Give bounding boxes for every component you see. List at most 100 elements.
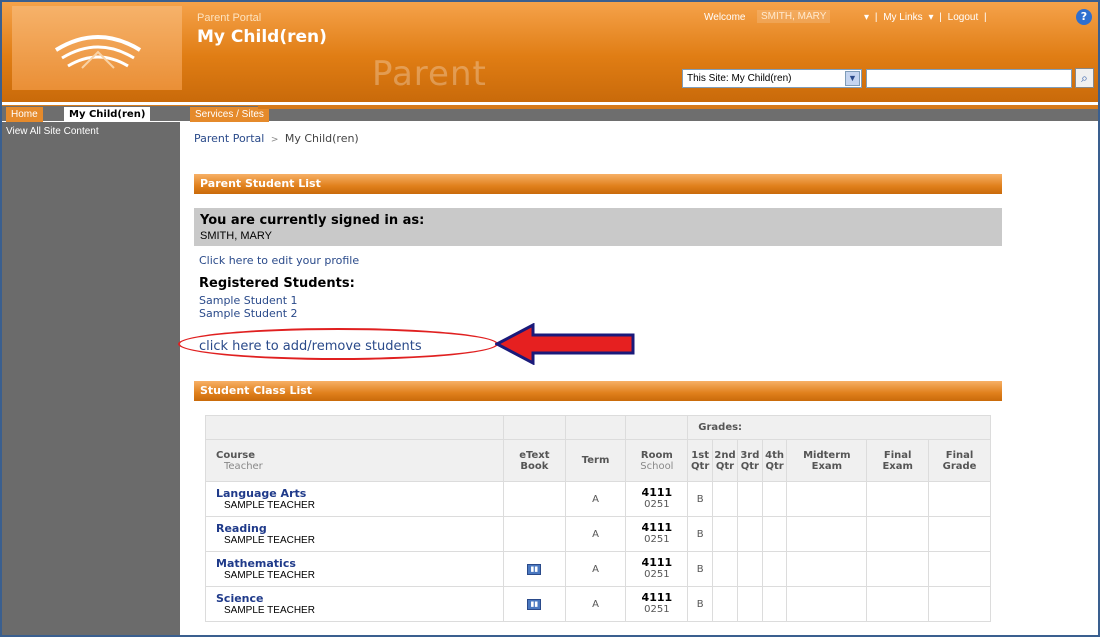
grade-q2-cell bbox=[712, 481, 738, 517]
column-term: Term bbox=[564, 439, 627, 482]
course-link[interactable]: Reading bbox=[206, 522, 503, 535]
sidebar-item-view-all-content[interactable]: View All Site Content bbox=[6, 126, 99, 137]
portal-subtitle: Parent Portal bbox=[197, 12, 262, 24]
signed-in-name: SMITH, MARY bbox=[200, 230, 272, 242]
search-icon[interactable]: ⌕ bbox=[1075, 68, 1094, 88]
column-etext: eText Book bbox=[502, 439, 566, 482]
grades-label: Grades: bbox=[687, 415, 991, 440]
room-cell: 4111 0251 bbox=[625, 551, 689, 587]
teacher-name: SAMPLE TEACHER bbox=[224, 570, 315, 581]
header-watermark: Parent bbox=[372, 54, 487, 94]
teacher-name: SAMPLE TEACHER bbox=[224, 500, 315, 511]
annotation-oval bbox=[178, 328, 498, 360]
table-row: Science SAMPLE TEACHER ▮▮ A 4111 0251 B bbox=[205, 586, 991, 622]
final-grade-cell bbox=[928, 551, 991, 587]
top-links: ▾ | My Links ▾ | Logout | bbox=[864, 12, 987, 23]
left-sidebar: View All Site Content bbox=[2, 122, 180, 635]
tab-home[interactable]: Home bbox=[6, 107, 43, 122]
grade-q1-cell: B bbox=[687, 586, 713, 622]
book-icon[interactable]: ▮▮ bbox=[527, 564, 542, 575]
etext-cell bbox=[502, 516, 566, 552]
final-exam-cell bbox=[866, 551, 930, 587]
class-rows: Language Arts SAMPLE TEACHER A 4111 0251 B Rea… bbox=[205, 481, 991, 622]
term-cell: A bbox=[564, 516, 627, 552]
grade-q3-cell bbox=[737, 586, 763, 622]
grade-q1-cell: B bbox=[687, 551, 713, 587]
grade-q2-cell bbox=[712, 516, 738, 552]
teacher-name: SAMPLE TEACHER bbox=[224, 535, 315, 546]
grade-q4-cell bbox=[761, 516, 788, 552]
table-row: Language Arts SAMPLE TEACHER A 4111 0251 B bbox=[205, 481, 991, 517]
final-exam-cell bbox=[866, 516, 930, 552]
search-input[interactable] bbox=[866, 69, 1072, 88]
room-cell: 4111 0251 bbox=[625, 586, 689, 622]
portal-logo[interactable] bbox=[12, 6, 182, 90]
dropdown-icon[interactable]: ▾ bbox=[864, 12, 869, 23]
page-title: My Child(ren) bbox=[197, 27, 327, 47]
midterm-cell bbox=[786, 586, 868, 622]
column-q1: 1st Qtr bbox=[687, 439, 713, 482]
column-room: Room School bbox=[625, 439, 689, 482]
final-exam-cell bbox=[866, 481, 930, 517]
student-list-header: Parent Student List bbox=[194, 174, 1002, 194]
column-final-exam: Final Exam bbox=[866, 439, 930, 482]
arrow-left-icon bbox=[495, 323, 635, 365]
etext-cell bbox=[502, 481, 566, 517]
course-cell: Science SAMPLE TEACHER bbox=[205, 586, 504, 622]
final-grade-cell bbox=[928, 481, 991, 517]
logout-link[interactable]: Logout bbox=[948, 12, 979, 23]
nav-accent-bar bbox=[258, 105, 1098, 109]
student-link-2[interactable]: Sample Student 2 bbox=[199, 307, 298, 320]
final-grade-cell bbox=[928, 586, 991, 622]
edit-profile-link[interactable]: Click here to edit your profile bbox=[199, 254, 359, 267]
grade-q3-cell bbox=[737, 516, 763, 552]
chevron-down-icon[interactable]: ▼ bbox=[845, 71, 860, 86]
help-icon[interactable]: ? bbox=[1076, 9, 1092, 25]
course-link[interactable]: Mathematics bbox=[206, 557, 503, 570]
midterm-cell bbox=[786, 551, 868, 587]
course-link[interactable]: Language Arts bbox=[206, 487, 503, 500]
table-row: Reading SAMPLE TEACHER A 4111 0251 B bbox=[205, 516, 991, 552]
site-scope-value: This Site: My Child(ren) bbox=[687, 73, 792, 84]
course-cell: Reading SAMPLE TEACHER bbox=[205, 516, 504, 552]
etext-cell: ▮▮ bbox=[502, 586, 566, 622]
final-exam-cell bbox=[866, 586, 930, 622]
grade-q4-cell bbox=[761, 586, 788, 622]
tab-services-sites[interactable]: Services / Sites bbox=[190, 107, 269, 122]
my-links-menu[interactable]: My Links bbox=[883, 12, 922, 23]
portal-window: Parent Portal My Child(ren) Parent Welco… bbox=[0, 0, 1100, 637]
welcome-user-menu[interactable]: SMITH, MARY bbox=[757, 10, 831, 23]
term-cell: A bbox=[564, 586, 627, 622]
grade-q1-cell: B bbox=[687, 481, 713, 517]
column-course: Course Teacher bbox=[205, 439, 504, 482]
grade-q1-cell: B bbox=[687, 516, 713, 552]
course-cell: Language Arts SAMPLE TEACHER bbox=[205, 481, 504, 517]
table-row: Mathematics SAMPLE TEACHER ▮▮ A 4111 0251 B bbox=[205, 551, 991, 587]
registered-students-label: Registered Students: bbox=[199, 276, 355, 291]
signed-in-box: You are currently signed in as: SMITH, M… bbox=[194, 208, 1002, 246]
tab-my-children[interactable]: My Child(ren) bbox=[64, 107, 151, 122]
column-midterm: Midterm Exam bbox=[786, 439, 868, 482]
column-q3: 3rd Qtr bbox=[737, 439, 763, 482]
site-scope-select[interactable]: This Site: My Child(ren) ▼ bbox=[682, 69, 862, 88]
breadcrumb-separator: > bbox=[270, 135, 279, 145]
midterm-cell bbox=[786, 481, 868, 517]
student-link-1[interactable]: Sample Student 1 bbox=[199, 294, 298, 307]
etext-cell: ▮▮ bbox=[502, 551, 566, 587]
breadcrumb: Parent Portal > My Child(ren) bbox=[194, 132, 359, 145]
breadcrumb-parent-portal[interactable]: Parent Portal bbox=[194, 132, 264, 145]
term-cell: A bbox=[564, 551, 627, 587]
teacher-name: SAMPLE TEACHER bbox=[224, 605, 315, 616]
grade-q3-cell bbox=[737, 551, 763, 587]
midterm-cell bbox=[786, 516, 868, 552]
book-icon[interactable]: ▮▮ bbox=[527, 599, 542, 610]
breadcrumb-current: My Child(ren) bbox=[284, 132, 359, 145]
class-table: Grades: Course Teacher eText Book Term R… bbox=[205, 415, 991, 635]
course-link[interactable]: Science bbox=[206, 592, 503, 605]
welcome-label: Welcome bbox=[704, 12, 746, 23]
grade-q4-cell bbox=[761, 551, 788, 587]
signed-in-label: You are currently signed in as: bbox=[200, 213, 425, 228]
column-final-grade: Final Grade bbox=[928, 439, 991, 482]
column-q2: 2nd Qtr bbox=[712, 439, 738, 482]
dropdown-icon[interactable]: ▾ bbox=[928, 12, 933, 23]
